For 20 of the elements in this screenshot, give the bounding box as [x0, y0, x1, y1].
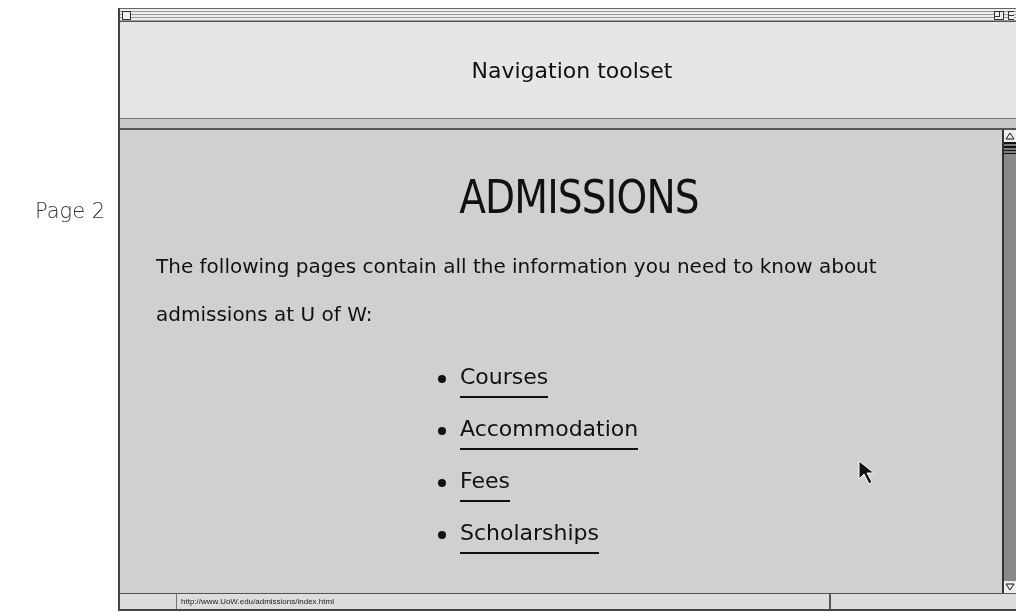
- page-label: Page 2: [35, 199, 106, 223]
- page-link[interactable]: Scholarships: [460, 516, 600, 554]
- page-heading: ADMISSIONS: [459, 170, 699, 224]
- close-icon[interactable]: [122, 10, 131, 20]
- zoom-icon[interactable]: [994, 10, 1004, 20]
- bullet-icon: [438, 531, 446, 539]
- collapse-icon[interactable]: [1008, 10, 1014, 20]
- page-link[interactable]: Accommodation: [460, 412, 639, 450]
- up-arrow-icon[interactable]: [1004, 130, 1016, 142]
- toolset-title: Navigation toolset: [470, 57, 673, 83]
- page-link[interactable]: Fees: [460, 464, 510, 502]
- scrollbar[interactable]: [1002, 130, 1016, 593]
- down-arrow-icon[interactable]: [1004, 581, 1016, 593]
- status-url: http://www.UoW.edu/admissions/index.html: [176, 594, 831, 609]
- page-link[interactable]: Courses: [460, 360, 549, 398]
- bullet-icon: [438, 479, 446, 487]
- grip-icon[interactable]: [1004, 142, 1016, 154]
- bullet-icon: [438, 427, 446, 435]
- bullet-icon: [438, 375, 446, 383]
- intro-text: The following pages contain all the information you need to know about admissions at U of W:: [156, 253, 878, 328]
